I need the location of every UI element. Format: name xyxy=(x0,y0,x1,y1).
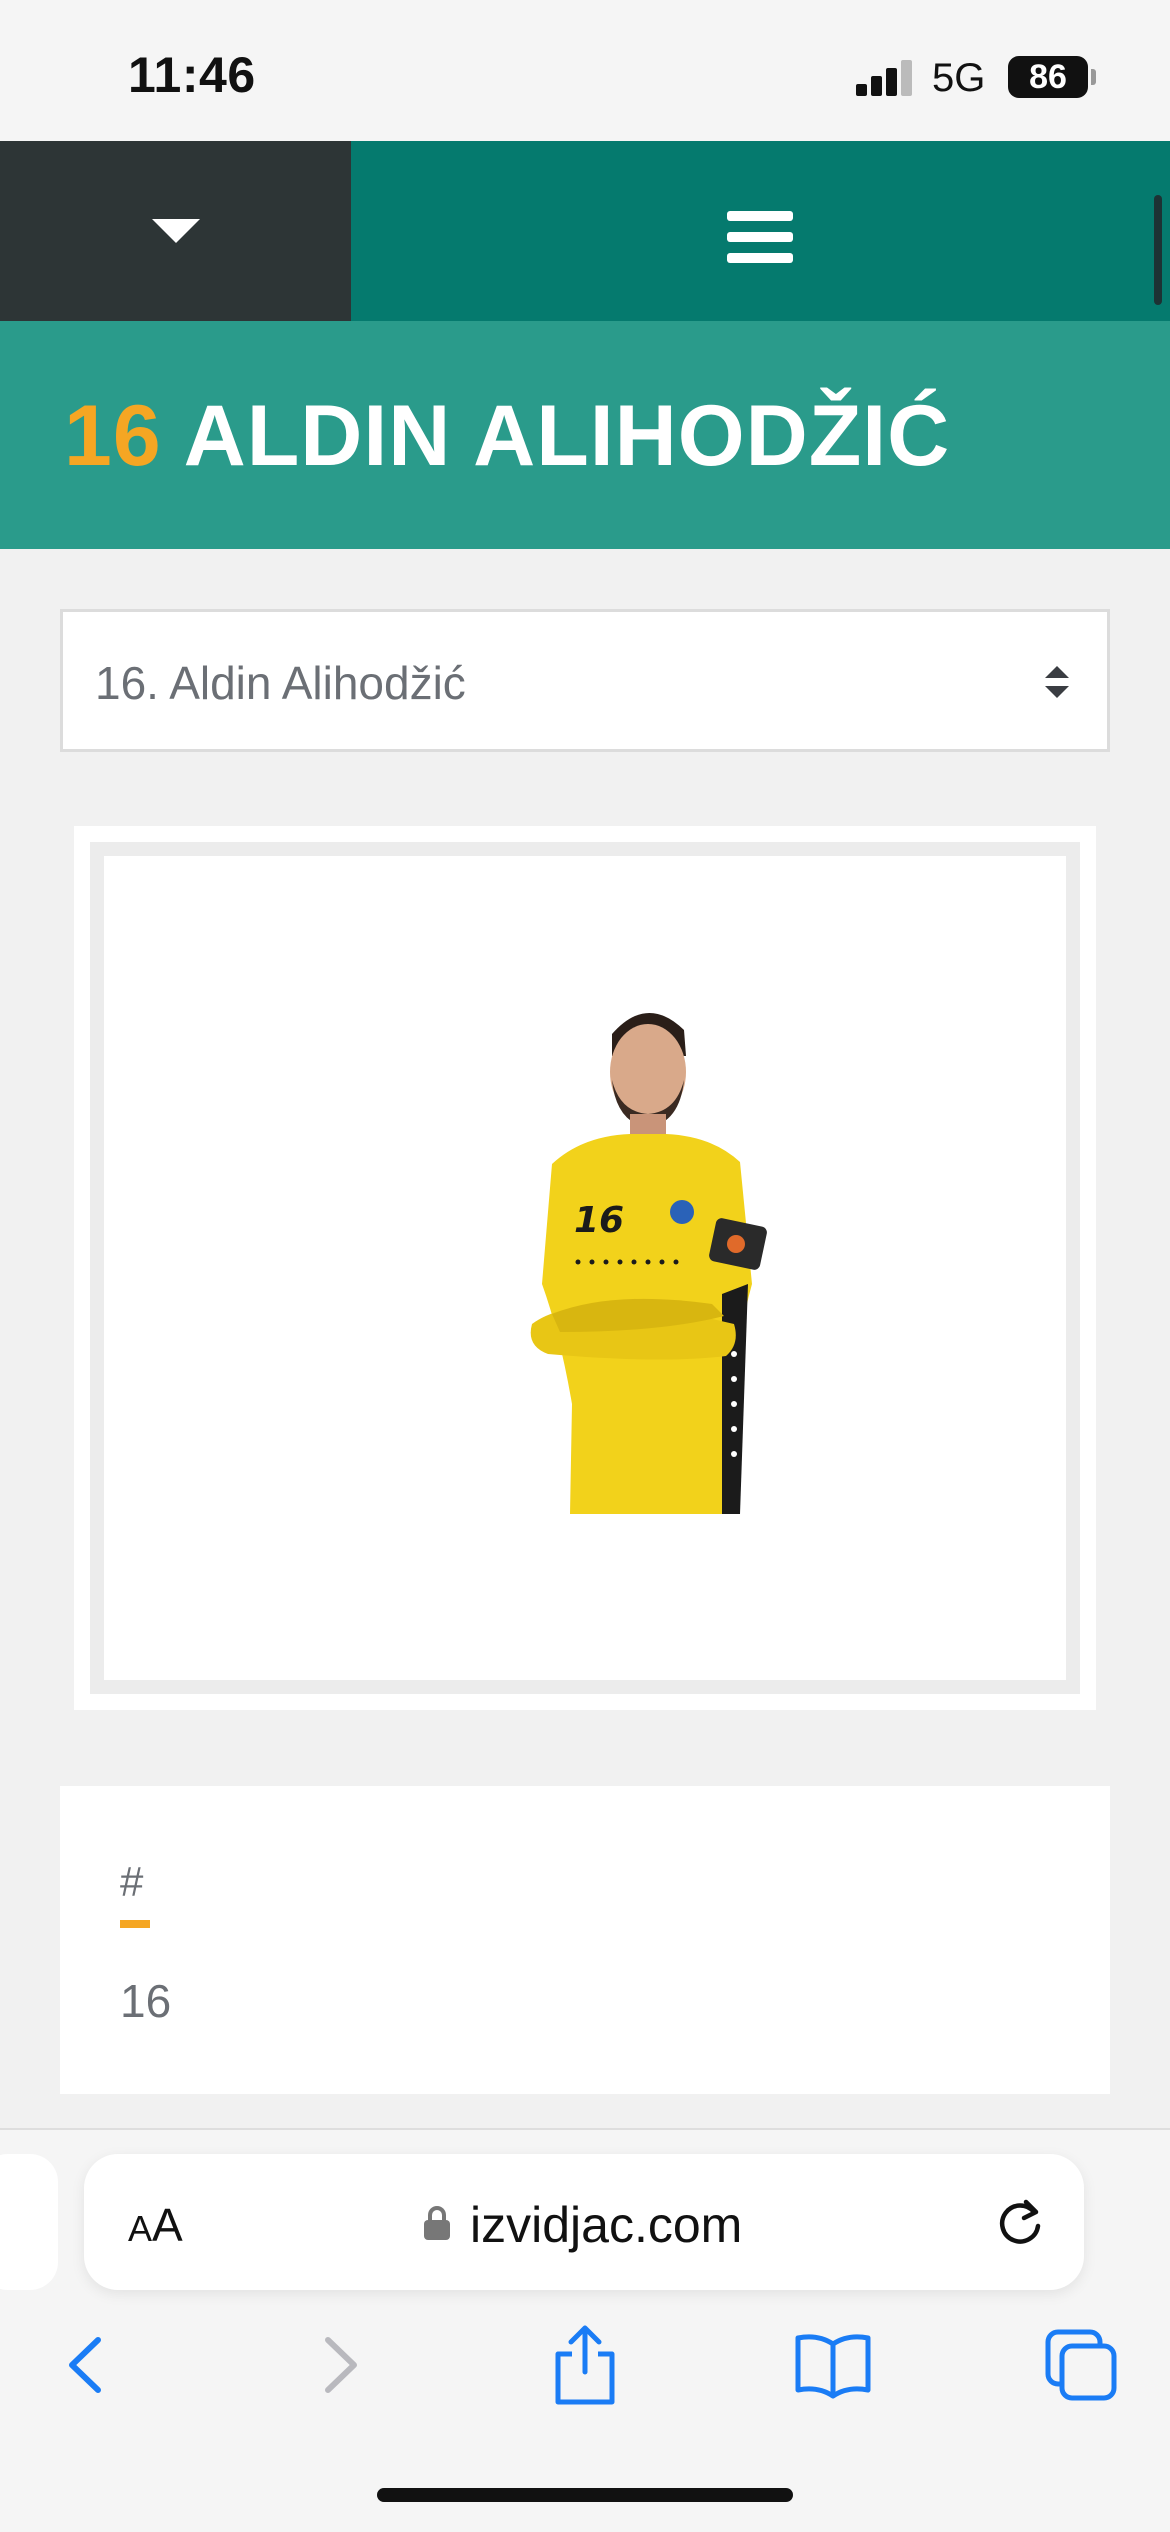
lock-icon xyxy=(424,2206,450,2240)
browser-bottom-bar: AA izvidjac.com xyxy=(0,2128,1170,2532)
battery-icon: 86 xyxy=(1008,56,1088,98)
browser-toolbar xyxy=(0,2320,1170,2430)
player-name: ALDIN ALIHODŽIĆ xyxy=(183,388,951,484)
network-type: 5G xyxy=(932,56,986,100)
share-icon[interactable] xyxy=(540,2320,630,2410)
player-select[interactable]: 16. Aldin Alihodžić xyxy=(60,609,1110,752)
reload-icon[interactable] xyxy=(992,2194,1048,2250)
page-header: 16 ALDIN ALIHODŽIĆ xyxy=(0,321,1170,549)
player-photo-frame: 16 xyxy=(74,826,1096,1710)
previous-tab-preview[interactable] xyxy=(0,2154,58,2290)
scroll-indicator xyxy=(1154,195,1162,305)
back-icon[interactable] xyxy=(42,2320,132,2410)
status-time: 11:46 xyxy=(128,47,256,103)
bookmarks-icon[interactable] xyxy=(788,2320,878,2410)
player-photo: 16 xyxy=(530,1012,767,1514)
home-indicator[interactable] xyxy=(377,2488,793,2502)
text-size-button[interactable]: AA xyxy=(128,2198,183,2252)
address-bar[interactable]: AA izvidjac.com xyxy=(84,2154,1084,2290)
hamburger-menu-icon xyxy=(727,211,793,263)
info-card: # 16 xyxy=(60,1786,1110,2094)
dropdown-toggle-button[interactable] xyxy=(0,141,351,321)
svg-text:16: 16 xyxy=(574,1200,624,1241)
url-text: izvidjac.com xyxy=(470,2197,743,2253)
menu-button[interactable] xyxy=(351,141,1170,321)
status-bar: 11:46 5G 86 xyxy=(0,0,1170,141)
info-underline xyxy=(120,1920,150,1928)
player-number: 16 xyxy=(64,388,162,484)
tabs-icon[interactable] xyxy=(1036,2320,1126,2410)
info-value: 16 xyxy=(120,1975,172,2027)
top-nav xyxy=(0,141,1170,321)
forward-icon[interactable] xyxy=(294,2320,384,2410)
battery-tip xyxy=(1091,69,1096,85)
page-title: 16 ALDIN ALIHODŽIĆ xyxy=(64,387,950,486)
info-label: # xyxy=(120,1858,144,1905)
signal-icon xyxy=(856,60,914,96)
player-select-value: 16. Aldin Alihodžić xyxy=(95,657,466,709)
sort-arrows-icon xyxy=(1045,666,1069,698)
caret-down-icon xyxy=(152,219,200,243)
